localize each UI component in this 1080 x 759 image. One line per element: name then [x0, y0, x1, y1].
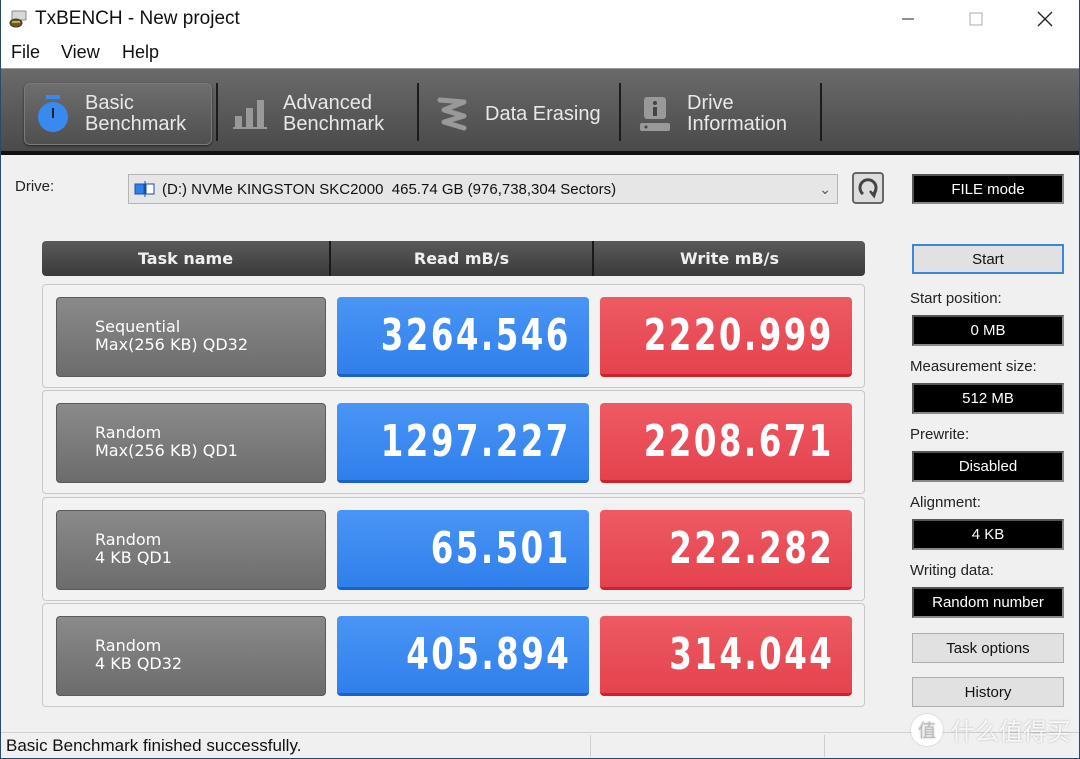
prewrite-value[interactable]: Disabled — [912, 451, 1064, 482]
drive-select-value: (D:) NVMe KINGSTON SKC2000 465.74 GB (97… — [162, 180, 617, 198]
task-name-button[interactable]: Random 4 KB QD32 — [56, 616, 326, 696]
write-value: 314.044 — [668, 629, 834, 680]
chevron-down-icon: ⌄ — [819, 181, 831, 197]
start-position-value[interactable]: 0 MB — [912, 315, 1064, 346]
task-name-button[interactable]: Random Max(256 KB) QD1 — [56, 403, 326, 483]
measurement-size-label: Measurement size: — [910, 358, 1037, 375]
tab-label-line1: Advanced — [283, 92, 372, 114]
task-type: Random — [95, 423, 162, 442]
tab-basic-benchmark[interactable]: Basic Benchmark — [24, 83, 212, 145]
task-name-button[interactable]: Sequential Max(256 KB) QD32 — [56, 297, 326, 377]
menu-file[interactable]: File — [11, 42, 40, 63]
status-divider — [824, 735, 825, 757]
tab-label-line1: Drive — [687, 92, 734, 114]
write-result: 314.044 — [600, 616, 852, 696]
read-value: 405.894 — [405, 629, 571, 680]
write-result: 2220.999 — [600, 297, 852, 377]
task-params: 4 KB QD32 — [95, 654, 183, 673]
tab-drive-information[interactable]: Drive Information — [635, 83, 820, 145]
eraser-icon — [433, 94, 473, 134]
minimize-button[interactable] — [874, 0, 942, 38]
read-value: 65.501 — [430, 523, 571, 574]
task-params: Max(256 KB) QD1 — [95, 441, 238, 460]
history-button[interactable]: History — [912, 677, 1064, 707]
write-value: 2220.999 — [643, 310, 834, 361]
maximize-button[interactable] — [942, 0, 1010, 38]
mode-toolbar: Basic Benchmark Advanced Benchmark Data … — [1, 68, 1079, 155]
start-position-label: Start position: — [910, 290, 1002, 307]
table-row: Random 4 KB QD32 405.894 314.044 — [42, 603, 865, 707]
tab-divider — [619, 83, 621, 141]
write-value: 222.282 — [668, 523, 834, 574]
table-row: Random Max(256 KB) QD1 1297.227 2208.671 — [42, 390, 865, 494]
tab-label-line1: Data Erasing — [485, 102, 601, 125]
app-icon — [9, 10, 27, 28]
write-result: 2208.671 — [600, 403, 852, 483]
status-message: Basic Benchmark finished successfully. — [6, 736, 302, 755]
read-result: 3264.546 — [337, 297, 589, 377]
stopwatch-icon — [33, 94, 73, 134]
read-result: 65.501 — [337, 510, 589, 590]
writing-data-label: Writing data: — [910, 562, 994, 579]
tab-divider — [216, 83, 218, 141]
task-type: Random — [95, 530, 162, 549]
results-table-header: Task name Read mB/s Write mB/s — [42, 241, 865, 276]
task-options-button[interactable]: Task options — [912, 633, 1064, 663]
menu-help[interactable]: Help — [122, 42, 159, 63]
minimize-icon — [902, 18, 914, 20]
drive-label: Drive: — [15, 178, 55, 195]
window-title: TxBENCH - New project — [35, 8, 240, 29]
tab-label-line2: Benchmark — [85, 113, 187, 135]
read-value: 3264.546 — [380, 310, 571, 361]
close-icon — [1037, 11, 1053, 27]
tab-advanced-benchmark[interactable]: Advanced Benchmark — [231, 83, 416, 145]
alignment-value[interactable]: 4 KB — [912, 519, 1064, 550]
task-name-button[interactable]: Random 4 KB QD1 — [56, 510, 326, 590]
task-type: Sequential — [95, 317, 181, 336]
maximize-icon — [969, 12, 983, 26]
mode-indicator: FILE mode — [912, 174, 1064, 204]
writing-data-value[interactable]: Random number — [912, 587, 1064, 618]
read-result: 405.894 — [337, 616, 589, 696]
menu-bar: File View Help — [1, 38, 1079, 68]
prewrite-label: Prewrite: — [910, 426, 970, 443]
task-params: 4 KB QD1 — [95, 548, 172, 567]
write-result: 222.282 — [600, 510, 852, 590]
read-value: 1297.227 — [380, 416, 571, 467]
start-button[interactable]: Start — [912, 244, 1064, 274]
app-window: TxBENCH - New project File View Help Bas… — [0, 0, 1080, 759]
drive-icon — [134, 181, 155, 197]
menu-view[interactable]: View — [61, 42, 100, 63]
close-button[interactable] — [1011, 0, 1079, 38]
watermark: 值 什么值得买 — [911, 712, 1071, 747]
measurement-size-value[interactable]: 512 MB — [912, 383, 1064, 414]
task-params: Max(256 KB) QD32 — [95, 335, 249, 354]
title-bar: TxBENCH - New project — [1, 0, 1079, 38]
watermark-text: 什么值得买 — [951, 718, 1071, 746]
refresh-icon — [858, 178, 878, 199]
tab-label-line1: Basic — [85, 92, 134, 114]
column-header-read: Read mB/s — [329, 241, 592, 276]
status-divider — [590, 735, 591, 757]
read-result: 1297.227 — [337, 403, 589, 483]
refresh-drive-button[interactable] — [852, 172, 884, 204]
write-value: 2208.671 — [643, 416, 834, 467]
table-row: Random 4 KB QD1 65.501 222.282 — [42, 497, 865, 601]
bar-chart-icon — [231, 94, 271, 134]
tab-divider — [820, 83, 822, 141]
task-type: Random — [95, 636, 162, 655]
tab-data-erasing[interactable]: Data Erasing — [433, 83, 618, 145]
tab-label-line2: Benchmark — [283, 113, 385, 135]
drive-select[interactable]: (D:) NVMe KINGSTON SKC2000 465.74 GB (97… — [128, 174, 838, 204]
drive-info-icon — [635, 94, 675, 134]
tab-divider — [417, 83, 419, 141]
tab-label-line2: Information — [687, 113, 788, 135]
alignment-label: Alignment: — [910, 494, 981, 511]
table-row: Sequential Max(256 KB) QD32 3264.546 222… — [42, 284, 865, 388]
watermark-logo-icon: 值 — [911, 713, 943, 746]
column-header-write: Write mB/s — [592, 241, 865, 276]
column-header-task: Task name — [137, 249, 234, 268]
